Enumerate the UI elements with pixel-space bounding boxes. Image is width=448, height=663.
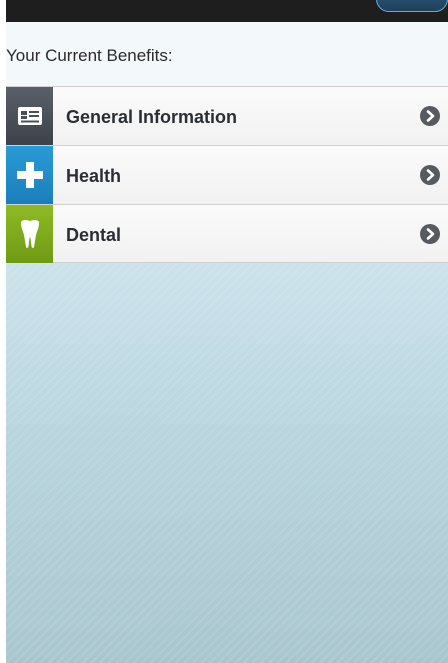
benefit-item-health[interactable]: Health: [6, 145, 448, 204]
chevron-right-icon: [420, 165, 440, 185]
chevron-right-icon: [420, 224, 440, 244]
tooth-icon: [6, 205, 53, 263]
benefit-label: Health: [66, 166, 122, 186]
id-card-icon: [6, 87, 53, 145]
medical-cross-icon: [6, 146, 53, 204]
page-title: Your Current Benefits:: [6, 46, 173, 65]
page-header: Your Current Benefits:: [6, 22, 448, 86]
benefit-label: Dental: [66, 225, 122, 245]
app-frame: Your Current Benefits: General Informati…: [6, 0, 448, 663]
benefit-item-general-information[interactable]: General Information: [6, 86, 448, 145]
benefits-list: General Information Health Dental: [6, 86, 448, 263]
benefit-item-dental[interactable]: Dental: [6, 204, 448, 263]
benefit-label: General Information: [66, 107, 238, 127]
chevron-right-icon: [420, 106, 440, 126]
top-bar-button[interactable]: [376, 0, 448, 12]
top-bar: [6, 0, 448, 22]
